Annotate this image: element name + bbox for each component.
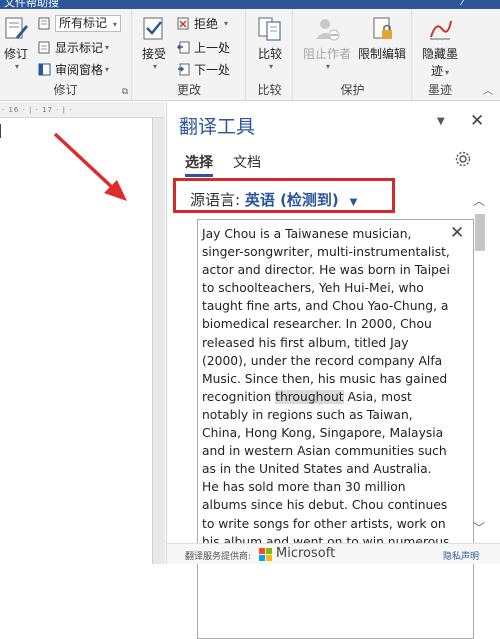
review-pane-icon — [38, 63, 51, 76]
pane-footer: 翻译服务提供商: Microsoft 隐私声明 — [167, 543, 500, 564]
markup-select[interactable]: 所有标记 ▾ — [55, 15, 121, 32]
document-area[interactable] — [0, 118, 165, 564]
markup-select-value: 所有标记 — [59, 16, 108, 30]
review-pane-button[interactable]: 审阅窗格 ▾ — [38, 61, 109, 78]
changes-group: 接受 ▾ 拒绝 ▾ 上一处 下一处 更改 — [133, 9, 246, 101]
scroll-down-icon[interactable]: ﹀ — [473, 519, 485, 536]
tab-document[interactable]: 文档 — [233, 152, 261, 172]
review-pane-label: 审阅窗格 — [55, 63, 104, 77]
privacy-link[interactable]: 隐私声明 — [443, 549, 479, 562]
previous-button[interactable]: 上一处 — [176, 39, 231, 56]
source-text-box[interactable]: Jay Chou is a Taiwanese musician, singer… — [197, 219, 474, 639]
show-markup-button[interactable]: 显示标记 ▾ — [38, 39, 109, 56]
chevron-down-icon: ▾ — [152, 62, 157, 71]
document-title: 文件帮助搜 — [4, 0, 59, 9]
show-markup-label: 显示标记 — [55, 41, 104, 55]
previous-icon — [176, 41, 190, 54]
markup-row: 所有标记 ▾ — [38, 15, 121, 32]
provider-name: Microsoft — [276, 546, 336, 561]
block-authors-icon — [313, 15, 341, 43]
changes-group-label: 更改 — [176, 83, 201, 97]
track-changes-label: 修订 — [3, 47, 28, 61]
collapse-ribbon-icon[interactable]: ︿ — [483, 82, 493, 97]
restrict-editing-icon — [368, 15, 396, 43]
chevron-down-icon: ▾ — [14, 62, 19, 71]
reject-icon — [177, 17, 190, 30]
microsoft-logo-icon — [259, 548, 272, 561]
restrict-editing-label: 限制编辑 — [357, 47, 406, 61]
chevron-down-icon: ▾ — [105, 65, 110, 74]
source-language-value: 英语 (检测到) — [244, 191, 339, 209]
chevron-down-icon: ▾ — [224, 19, 229, 28]
clear-text-icon[interactable]: ✕ — [450, 223, 464, 243]
ink-group-label: 墨迹 — [427, 83, 452, 97]
chevron-down-icon: ▾ — [325, 62, 330, 71]
document-page[interactable] — [0, 118, 153, 564]
scroll-thumb[interactable] — [475, 214, 485, 251]
track-changes-button[interactable]: 修订 ▾ — [2, 15, 30, 71]
pane-close-icon[interactable]: ✕ — [470, 111, 484, 131]
hide-ink-label: 隐藏墨迹 — [421, 47, 458, 78]
hide-ink-icon — [426, 15, 454, 43]
user-icon[interactable]: ⁄ — [462, 0, 476, 8]
chevron-down-icon: ▾ — [268, 62, 273, 71]
restrict-editing-button[interactable]: 限制编辑 — [356, 15, 408, 62]
pane-title: 翻译工具 — [179, 116, 256, 138]
protect-group-label: 保护 — [340, 83, 365, 97]
next-button[interactable]: 下一处 — [177, 61, 230, 78]
horizontal-ruler: · 16 · | · 17 · | · — [0, 102, 165, 118]
compare-group: 比较 ▾ 比较 — [247, 9, 293, 101]
ribbon: 修订 ▾ 所有标记 ▾ 显示标记 ▾ 审阅窗格 ▾ 修订 ⧉ 接受 ▾ 拒绝 ▾… — [0, 9, 500, 101]
source-text[interactable]: Jay Chou is a Taiwanese musician, singer… — [202, 225, 450, 569]
source-language-selector[interactable]: 源语言: 英语 (检测到) ▼ — [190, 189, 357, 210]
compare-button[interactable]: 比较 ▾ — [253, 15, 287, 71]
block-authors-label: 阻止作者 — [302, 47, 351, 61]
tab-selection[interactable]: 选择 — [185, 152, 213, 177]
pane-scrollbar[interactable]: ︿ ﹀ — [473, 192, 487, 536]
accept-icon — [140, 15, 168, 43]
source-text-part1: Jay Chou is a Taiwanese musician, singer… — [202, 227, 450, 404]
reject-button[interactable]: 拒绝 ▾ — [177, 15, 228, 32]
protect-group: 阻止作者 ▾ 限制编辑 保护 — [294, 9, 412, 101]
source-text-part2: Asia, most notably in regions such as Ta… — [202, 389, 450, 567]
title-bar: 文件帮助搜 ⁄ — [0, 0, 500, 9]
show-markup-icon — [38, 41, 51, 54]
tracking-group: 修订 ▾ 所有标记 ▾ 显示标记 ▾ 审阅窗格 ▾ 修订 ⧉ — [0, 9, 132, 101]
scroll-up-icon[interactable]: ︿ — [473, 192, 485, 209]
compare-icon — [256, 15, 284, 43]
chevron-down-icon: ▼ — [349, 197, 358, 208]
pane-options-icon[interactable]: ▼ — [437, 116, 445, 127]
provider-label: 翻译服务提供商: — [185, 552, 252, 562]
translator-pane: 翻译工具 ▼ ✕ 选择 文档 源语言: 英语 (检测到) ▼ Jay Chou … — [166, 102, 500, 639]
previous-label: 上一处 — [194, 41, 231, 55]
text-cursor — [0, 124, 1, 138]
block-authors-button[interactable]: 阻止作者 ▾ — [302, 15, 352, 71]
dialog-launcher-icon[interactable]: ⧉ — [122, 87, 128, 97]
gear-icon[interactable] — [454, 150, 472, 168]
ink-group: 隐藏墨迹 ▾ 墨迹 ︿ — [413, 9, 500, 101]
chevron-down-icon: ▾ — [105, 43, 110, 52]
chevron-down-icon: ▾ — [112, 20, 117, 29]
source-text-highlight: throughout — [275, 389, 344, 404]
accept-label: 接受 — [141, 47, 166, 61]
track-changes-icon — [2, 15, 30, 43]
next-icon — [177, 63, 190, 76]
reject-label: 拒绝 — [194, 17, 219, 31]
compare-group-label: 比较 — [257, 83, 282, 97]
accept-button[interactable]: 接受 ▾ — [139, 15, 169, 71]
tracking-group-label: 修订 — [53, 83, 78, 97]
markup-icon — [38, 17, 51, 30]
hide-ink-button[interactable]: 隐藏墨迹 ▾ — [421, 15, 459, 79]
chevron-down-icon: ▾ — [445, 68, 450, 77]
source-language-label: 源语言: — [190, 191, 241, 209]
compare-label: 比较 — [257, 47, 282, 61]
next-label: 下一处 — [194, 63, 231, 77]
